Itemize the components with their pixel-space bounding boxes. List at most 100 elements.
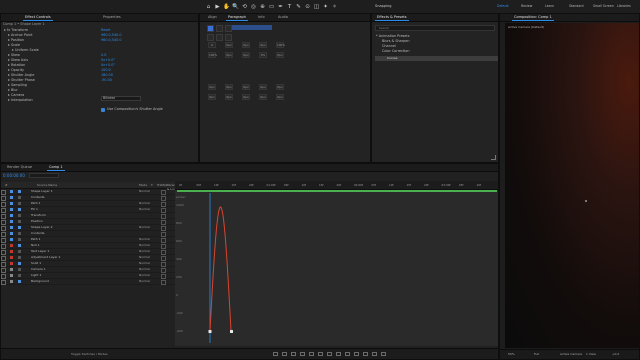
paragraph-value-field[interactable]: 100% <box>276 42 285 48</box>
timecode-display[interactable]: 0:00:00:00 <box>3 173 25 178</box>
paragraph-value-field[interactable]: 0px <box>276 94 284 100</box>
pen-icon[interactable]: ✒ <box>277 4 284 11</box>
panel-resize-icon[interactable] <box>491 155 496 160</box>
workspace-tab[interactable]: Libraries <box>617 4 631 8</box>
zoom-icon[interactable]: 🔍 <box>232 4 239 11</box>
toggle-switches-modes-button[interactable]: Toggle Switches / Modes <box>71 352 108 356</box>
effects-selected-row[interactable]: Curves <box>375 56 498 61</box>
camera-orbit-icon[interactable]: ◎ <box>250 4 257 11</box>
tab-effect-controls[interactable]: Effect Controls <box>23 15 53 21</box>
paragraph-value-field[interactable]: 0px <box>276 84 284 90</box>
paragraph-value-field[interactable]: 0 <box>208 42 216 48</box>
ease-out-icon[interactable] <box>381 352 386 356</box>
disclosure-triangle-icon[interactable] <box>8 59 10 61</box>
hand-icon[interactable]: ✋ <box>223 4 230 11</box>
viewer-footer-control[interactable]: 1 View <box>586 352 596 356</box>
label-color-swatch[interactable] <box>10 280 13 283</box>
viewer-footer-control[interactable]: Active Camera <box>560 352 582 356</box>
layer-mode-dropdown[interactable]: Normal <box>139 267 150 272</box>
property-value[interactable]: -90.00 <box>101 78 112 83</box>
distribute-field[interactable] <box>232 25 272 30</box>
layer-mode-dropdown[interactable]: Normal <box>139 237 150 242</box>
label-color-swatch[interactable] <box>10 196 13 199</box>
label-color-swatch[interactable] <box>10 220 13 223</box>
paragraph-value-field[interactable]: 0px <box>259 84 267 90</box>
layer-mode-dropdown[interactable]: Normal <box>139 279 150 284</box>
property-value[interactable]: 960.0,540.0 <box>101 38 122 43</box>
column-header[interactable]: TrkMat <box>157 183 167 187</box>
column-header[interactable]: Mode <box>139 183 147 187</box>
home-icon[interactable]: ⌂ <box>205 4 212 11</box>
paragraph-value-field[interactable]: 0px <box>208 84 216 90</box>
label-color-swatch[interactable] <box>10 262 13 265</box>
disclosure-triangle-icon[interactable] <box>8 79 10 81</box>
viewer-footer-control[interactable]: +0.0 <box>612 352 619 356</box>
align-button[interactable] <box>207 34 214 41</box>
layer-row[interactable]: Background Normal <box>1 279 175 285</box>
layer-name[interactable]: Text Layer 1 <box>31 249 49 254</box>
layer-name[interactable]: Fill 1 <box>31 207 38 212</box>
layer-name[interactable]: Adjustment Layer 1 <box>31 255 60 260</box>
rotate-icon[interactable]: ⟲ <box>241 4 248 11</box>
paragraph-value-field[interactable]: 0px <box>225 52 233 58</box>
brush-icon[interactable]: ✎ <box>295 4 302 11</box>
label-color-swatch[interactable] <box>10 214 13 217</box>
column-header[interactable]: # <box>5 183 8 187</box>
speed-curve[interactable] <box>209 206 232 332</box>
shutter-angle-checkbox[interactable] <box>101 108 105 112</box>
disclosure-triangle-icon[interactable] <box>8 64 10 66</box>
auto-bezier-icon[interactable] <box>354 352 359 356</box>
tab-comp-timeline[interactable]: Comp 1 <box>47 165 65 171</box>
label-color-swatch[interactable] <box>10 244 13 247</box>
layer-mode-dropdown[interactable]: Normal <box>139 189 150 194</box>
disclosure-triangle-icon[interactable] <box>8 84 10 86</box>
linear-icon[interactable] <box>345 352 350 356</box>
disclosure-triangle-icon[interactable] <box>8 39 10 41</box>
paragraph-value-field[interactable]: 100% <box>208 52 217 58</box>
label-color-swatch[interactable] <box>10 274 13 277</box>
label-color-swatch[interactable] <box>10 202 13 205</box>
eraser-icon[interactable]: ◫ <box>313 4 320 11</box>
viewer-footer-control[interactable]: 50% <box>508 352 515 356</box>
workspace-tab[interactable]: Small Screen <box>593 4 614 8</box>
layer-name[interactable]: Position <box>31 219 43 224</box>
viewer-footer-control[interactable]: Full <box>534 352 539 356</box>
time-ruler[interactable]: 0f 05f 10f 15f 20f 01:00f 05f 10f 15f 20f 02:00f 05… <box>175 181 498 190</box>
paragraph-value-field[interactable]: 0px <box>225 84 233 90</box>
layer-name[interactable]: Transform <box>31 213 46 218</box>
keyframe-handle-end[interactable] <box>230 330 233 333</box>
visibility-toggle[interactable] <box>1 280 6 285</box>
edit-keyframe-icon[interactable] <box>327 352 332 356</box>
disclosure-triangle-icon[interactable] <box>8 34 10 36</box>
layer-name[interactable]: Contents <box>31 195 45 200</box>
snapping-label[interactable]: Snapping <box>375 4 391 8</box>
layer-name[interactable]: Shape Layer 1 <box>31 189 53 194</box>
paragraph-value-field[interactable]: 0% <box>259 52 267 58</box>
tab-composition[interactable]: Composition: Comp 1 <box>512 15 554 21</box>
layer-mode-dropdown[interactable]: Normal <box>139 207 150 212</box>
label-color-swatch[interactable] <box>10 232 13 235</box>
keyframe-handle-start[interactable] <box>208 330 212 333</box>
disclosure-triangle-icon[interactable] <box>4 29 6 31</box>
align-button[interactable] <box>216 25 223 32</box>
layer-name[interactable]: Path 1 <box>31 237 40 242</box>
work-area-bar[interactable] <box>177 190 497 192</box>
align-button[interactable] <box>207 25 214 32</box>
puppet-pin-icon[interactable]: ✧ <box>331 4 338 11</box>
paragraph-value-field[interactable]: 0px <box>259 42 267 48</box>
auto-select-icon[interactable] <box>291 352 296 356</box>
fit-selection-icon[interactable] <box>300 352 305 356</box>
paragraph-value-field[interactable]: 0px <box>259 94 267 100</box>
label-color-swatch[interactable] <box>10 226 13 229</box>
paragraph-value-field[interactable]: 0px <box>225 42 233 48</box>
column-header[interactable]: T <box>151 183 153 187</box>
layer-mode-dropdown[interactable]: Normal <box>139 225 150 230</box>
align-button[interactable] <box>216 34 223 41</box>
show-properties-icon[interactable] <box>282 352 287 356</box>
paragraph-value-field[interactable]: 0px <box>242 84 250 90</box>
graph-editor[interactable]: 0f 05f 10f 15f 20f 01:00f 05f 10f 15f 20f 02:00f 05… <box>175 181 498 346</box>
column-header[interactable]: Source Name <box>37 183 57 187</box>
layer-name[interactable]: Path 1 <box>31 201 40 206</box>
disclosure-triangle-icon[interactable] <box>8 94 10 96</box>
disclosure-triangle-icon[interactable] <box>8 89 10 91</box>
